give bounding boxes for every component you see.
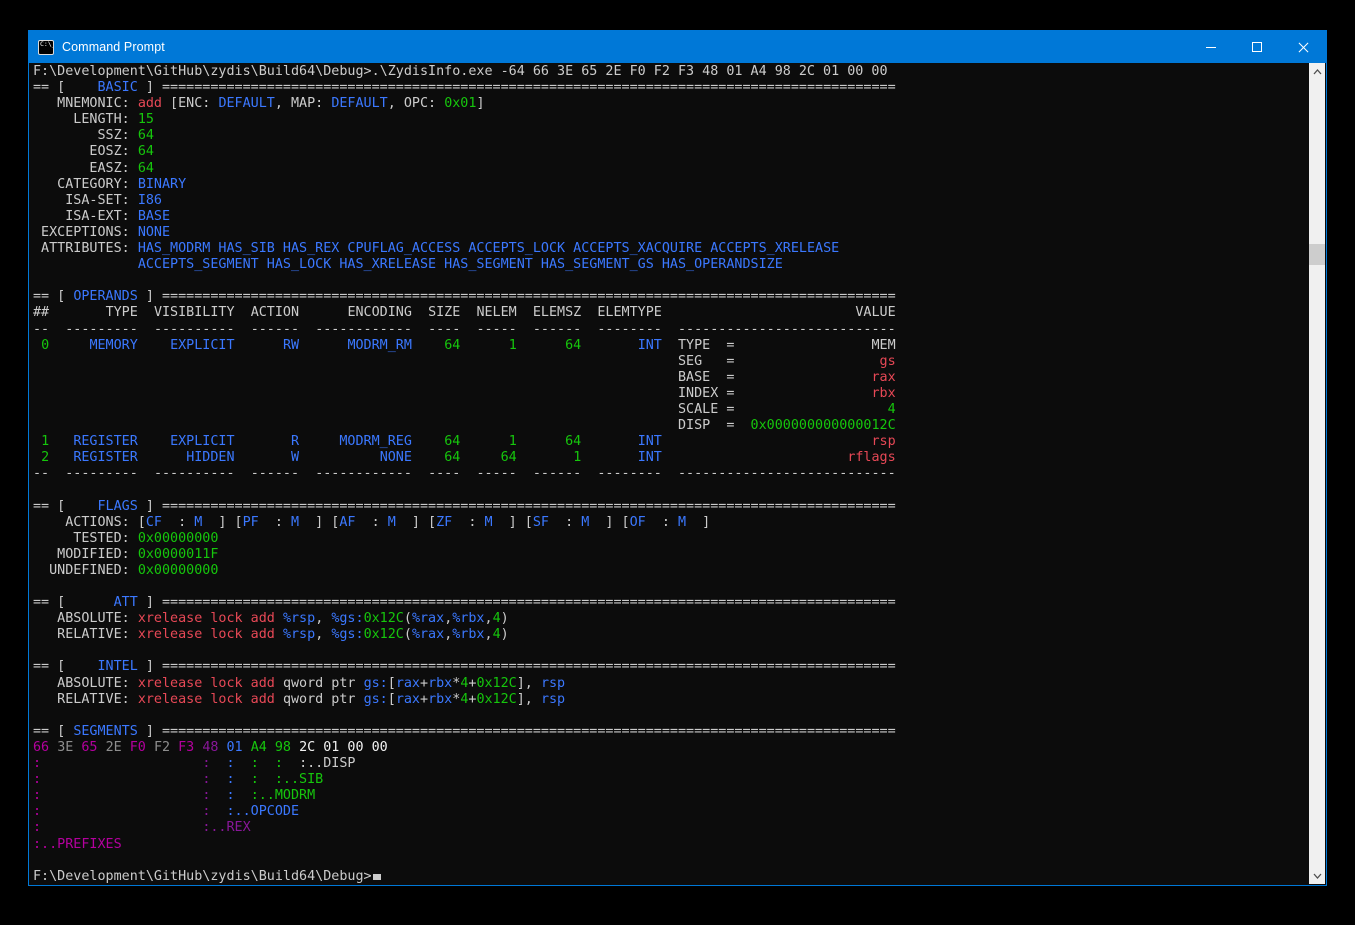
terminal-line: EOSZ: 64	[33, 144, 1326, 160]
terminal-line: ABSOLUTE: xrelease lock add qword ptr gs…	[33, 676, 1326, 692]
terminal-line: DISP = 0x000000000000012C	[33, 418, 1326, 434]
close-button[interactable]	[1280, 31, 1326, 63]
terminal-line: :..PREFIXES	[33, 837, 1326, 853]
scrollbar-thumb[interactable]	[1309, 244, 1325, 265]
cmd-icon: C:\_	[38, 40, 54, 55]
terminal-line: : : : : :..SIB	[33, 772, 1326, 788]
terminal-line: LENGTH: 15	[33, 112, 1326, 128]
terminal-line: RELATIVE: xrelease lock add qword ptr gs…	[33, 692, 1326, 708]
terminal-line: F:\Development\GitHub\zydis\Build64\Debu…	[33, 64, 1326, 80]
minimize-icon	[1206, 47, 1216, 48]
close-icon	[1298, 42, 1309, 53]
terminal-line: ABSOLUTE: xrelease lock add %rsp, %gs:0x…	[33, 611, 1326, 627]
terminal-line: == [ FLAGS ] ===========================…	[33, 499, 1326, 515]
maximize-icon	[1252, 42, 1262, 52]
console-output[interactable]: F:\Development\GitHub\zydis\Build64\Debu…	[29, 63, 1326, 885]
terminal-line: SSZ: 64	[33, 128, 1326, 144]
terminal-line: : :..REX	[33, 820, 1326, 836]
terminal-line: ISA-EXT: BASE	[33, 209, 1326, 225]
terminal-line	[33, 579, 1326, 595]
terminal-line: INDEX = rbx	[33, 386, 1326, 402]
text-cursor	[373, 874, 381, 880]
terminal-line: == [ OPERANDS ] ========================…	[33, 289, 1326, 305]
terminal-line: 2 REGISTER HIDDEN W NONE 64 64 1 INT rfl…	[33, 450, 1326, 466]
terminal-line	[33, 708, 1326, 724]
terminal-line: -- --------- ---------- ------ ---------…	[33, 466, 1326, 482]
terminal-line: ## TYPE VISIBILITY ACTION ENCODING SIZE …	[33, 305, 1326, 321]
terminal-line	[33, 273, 1326, 289]
chevron-up-icon	[1313, 69, 1322, 75]
terminal-line: SEG = gs	[33, 354, 1326, 370]
terminal-line	[33, 853, 1326, 869]
title-bar[interactable]: C:\_ Command Prompt	[29, 31, 1326, 63]
terminal-line: BASE = rax	[33, 370, 1326, 386]
terminal-line: F:\Development\GitHub\zydis\Build64\Debu…	[33, 869, 1326, 885]
scrollbar-up-button[interactable]	[1309, 63, 1325, 80]
terminal-line: == [ INTEL ] ===========================…	[33, 659, 1326, 675]
chevron-down-icon	[1313, 873, 1322, 879]
window-title: Command Prompt	[62, 40, 165, 54]
terminal-line	[33, 482, 1326, 498]
terminal-line: MNEMONIC: add [ENC: DEFAULT, MAP: DEFAUL…	[33, 96, 1326, 112]
terminal-line: == [ BASIC ] ===========================…	[33, 80, 1326, 96]
terminal-line: EASZ: 64	[33, 161, 1326, 177]
terminal-line: == [ ATT ] =============================…	[33, 595, 1326, 611]
terminal-line: TESTED: 0x00000000	[33, 531, 1326, 547]
command-prompt-window: C:\_ Command Prompt F:\Development\GitHu…	[28, 30, 1327, 886]
terminal-line: 66 3E 65 2E F0 F2 F3 48 01 A4 98 2C 01 0…	[33, 740, 1326, 756]
terminal-line	[33, 643, 1326, 659]
terminal-line: == [ SEGMENTS ] ========================…	[33, 724, 1326, 740]
terminal-line: RELATIVE: xrelease lock add %rsp, %gs:0x…	[33, 627, 1326, 643]
minimize-button[interactable]	[1188, 31, 1234, 63]
terminal-line: -- --------- ---------- ------ ---------…	[33, 322, 1326, 338]
scrollbar-down-button[interactable]	[1309, 867, 1325, 884]
terminal-line: : : : :..MODRM	[33, 788, 1326, 804]
terminal-line: : : : : : :..DISP	[33, 756, 1326, 772]
terminal-line: 1 REGISTER EXPLICIT R MODRM_REG 64 1 64 …	[33, 434, 1326, 450]
maximize-button[interactable]	[1234, 31, 1280, 63]
terminal-line: : : :..OPCODE	[33, 804, 1326, 820]
terminal-line: SCALE = 4	[33, 402, 1326, 418]
scrollbar[interactable]	[1309, 63, 1325, 884]
terminal-line: ISA-SET: I86	[33, 193, 1326, 209]
terminal-line: CATEGORY: BINARY	[33, 177, 1326, 193]
terminal-line: MODIFIED: 0x0000011F	[33, 547, 1326, 563]
terminal-line: EXCEPTIONS: NONE	[33, 225, 1326, 241]
terminal-line: ACTIONS: [CF : M ] [PF : M ] [AF : M ] […	[33, 515, 1326, 531]
window-controls	[1188, 31, 1326, 63]
terminal-line: 0 MEMORY EXPLICIT RW MODRM_RM 64 1 64 IN…	[33, 338, 1326, 354]
terminal-line: UNDEFINED: 0x00000000	[33, 563, 1326, 579]
terminal-line: ACCEPTS_SEGMENT HAS_LOCK HAS_XRELEASE HA…	[33, 257, 1326, 273]
terminal-line: ATTRIBUTES: HAS_MODRM HAS_SIB HAS_REX CP…	[33, 241, 1326, 257]
